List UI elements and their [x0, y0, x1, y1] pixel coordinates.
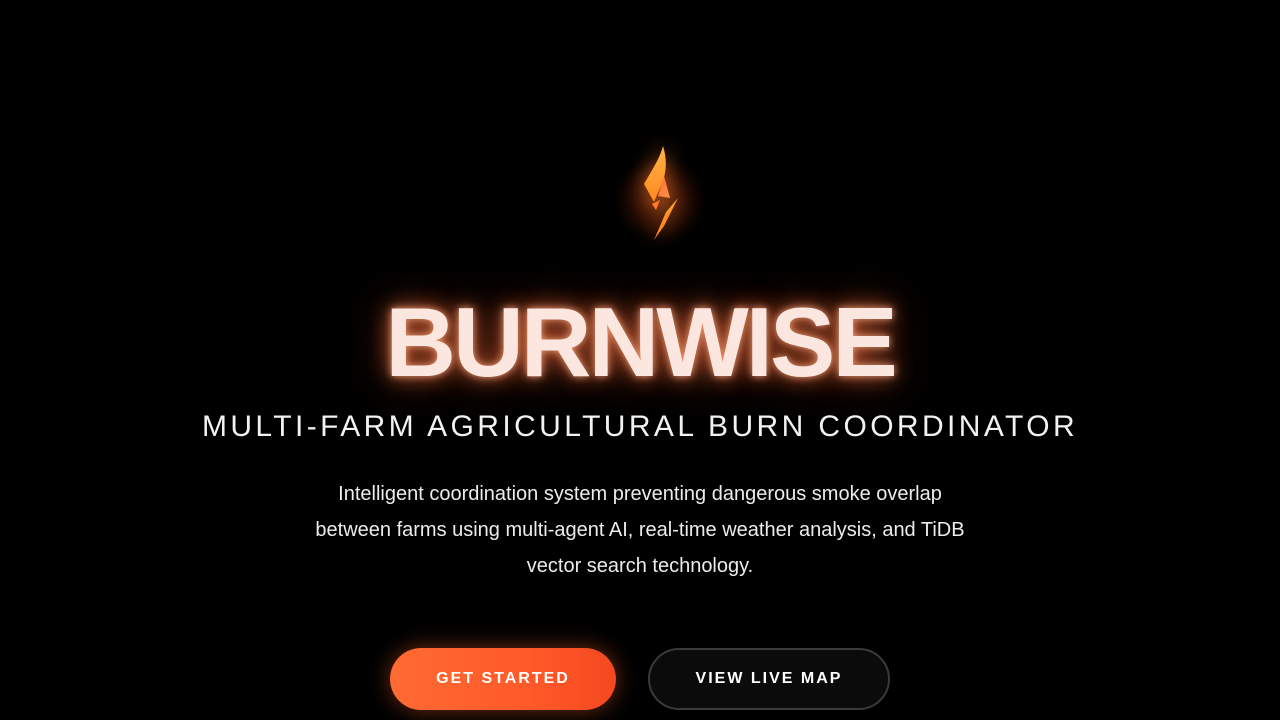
flame-icon	[644, 146, 678, 240]
description-line: between farms using multi-agent AI, real…	[315, 519, 965, 541]
get-started-button[interactable]: GET STARTED	[390, 648, 616, 710]
description-line: vector search technology.	[526, 555, 754, 577]
description-line: Intelligent coordination system preventi…	[338, 483, 942, 505]
view-live-map-button[interactable]: VIEW LIVE MAP	[648, 648, 890, 710]
tagline: MULTI-FARM AGRICULTURAL BURN COORDINATOR	[201, 410, 1079, 443]
hero-section: BURNWISE MULTI-FARM AGRICULTURAL BURN CO…	[0, 0, 1280, 720]
hero-description: Intelligent coordination system preventi…	[280, 476, 1000, 584]
logo	[600, 130, 720, 260]
brand-title: BURNWISE	[385, 287, 898, 397]
